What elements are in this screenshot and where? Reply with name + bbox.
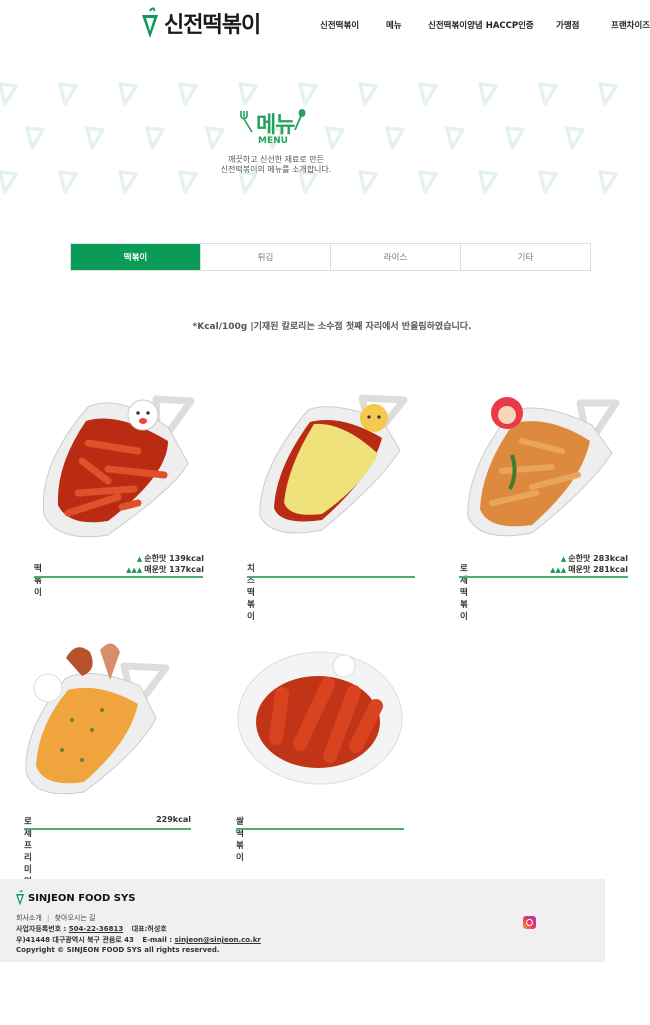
brand-name: 신전떡볶이 <box>164 13 261 38</box>
nav-menu[interactable]: 메뉴 <box>386 19 402 31</box>
kcal-spicy: ▲▲▲ 매운맛 281kcal <box>550 565 628 574</box>
menu-hero-banner <box>0 50 650 210</box>
footer-copyright: Copyright © SINJEON FOOD SYS all rights … <box>16 946 220 954</box>
menu-underline <box>236 828 404 830</box>
nav-sinjeon[interactable]: 신전떡볶이 <box>320 19 359 31</box>
footer-logo: SINJEON FOOD SYS <box>15 890 135 906</box>
nav-franchise[interactable]: 프랜차이즈 <box>611 19 650 31</box>
footer-business-info: 사업자등록번호 : 504-22-36813 대표:허성호 <box>16 925 167 933</box>
footer-logo-text: SINJEON FOOD SYS <box>28 892 136 904</box>
tab-fried[interactable]: 튀김 <box>200 244 330 270</box>
brand-logo[interactable]: 신전떡볶이 <box>140 6 261 40</box>
menu-item-name: 치즈떡볶이 <box>247 564 255 622</box>
hero-title: 메뉴 <box>256 113 295 138</box>
hero-desc-line1: 깨끗하고 신선한 재료로 만든 <box>228 155 324 164</box>
kcal-mild: ▲ 순한맛 139kcal <box>136 554 204 563</box>
rose-premium-tteokbokki-image <box>25 643 170 795</box>
menu-item-name: 떡볶이 <box>34 564 42 598</box>
hero-desc-line2: 신전떡볶이의 메뉴를 소개합니다. <box>220 165 332 174</box>
menu-underline <box>247 576 415 578</box>
tab-tteokbokki[interactable]: 떡볶이 <box>71 244 200 270</box>
kcal-mild: ▲ 순한맛 283kcal <box>560 554 628 563</box>
tab-rice[interactable]: 라이스 <box>330 244 460 270</box>
kcal-value: 229kcal <box>156 815 191 824</box>
footer-link-about[interactable]: 회사소개 <box>16 914 42 922</box>
menu-category-tabs: 떡볶이 튀김 라이스 기타 <box>70 243 591 271</box>
rose-tteokbokki-image <box>467 397 620 537</box>
calorie-note: *Kcal/100g |기재된 칼로리는 소수점 첫째 자리에서 반올림하였습니… <box>192 322 472 332</box>
menu-underline <box>459 576 628 578</box>
instagram-icon[interactable] <box>523 916 536 929</box>
footer-links: 회사소개 | 찾아오시는 길 <box>16 914 96 922</box>
footer-address: 우)41448 대구광역시 북구 관음로 43 E-mail : sinjeon… <box>16 936 261 944</box>
site-header: 신전떡볶이 신전떡볶이 메뉴 신전떡볶이양념 HACCP인증 가맹점 프랜차이즈 <box>0 0 650 50</box>
nav-haccp[interactable]: 신전떡볶이양념 HACCP인증 <box>428 19 534 31</box>
menu-item-name: 쌀떡볶이 <box>236 817 244 863</box>
footer-link-directions[interactable]: 찾아오시는 길 <box>55 914 96 922</box>
footer-email-link[interactable]: sinjeon@sinjeon.co.kr <box>175 936 261 944</box>
site-footer: SINJEON FOOD SYS 회사소개 | 찾아오시는 길 사업자등록번호 … <box>0 879 605 962</box>
menu-underline <box>34 576 203 578</box>
nav-stores[interactable]: 가맹점 <box>556 19 579 31</box>
menu-underline <box>24 828 191 830</box>
tab-etc[interactable]: 기타 <box>460 244 590 270</box>
carrot-logo-icon <box>142 7 158 38</box>
rice-tteokbokki-image <box>237 651 403 785</box>
hero-subtitle: MENU <box>258 136 288 146</box>
kcal-spicy: ▲▲▲ 매운맛 137kcal <box>126 565 204 574</box>
tteokbokki-image <box>42 395 195 538</box>
cheese-tteokbokki-image <box>259 394 408 534</box>
carrot-logo-icon <box>16 890 24 906</box>
menu-item-name: 로제떡볶이 <box>460 564 468 622</box>
